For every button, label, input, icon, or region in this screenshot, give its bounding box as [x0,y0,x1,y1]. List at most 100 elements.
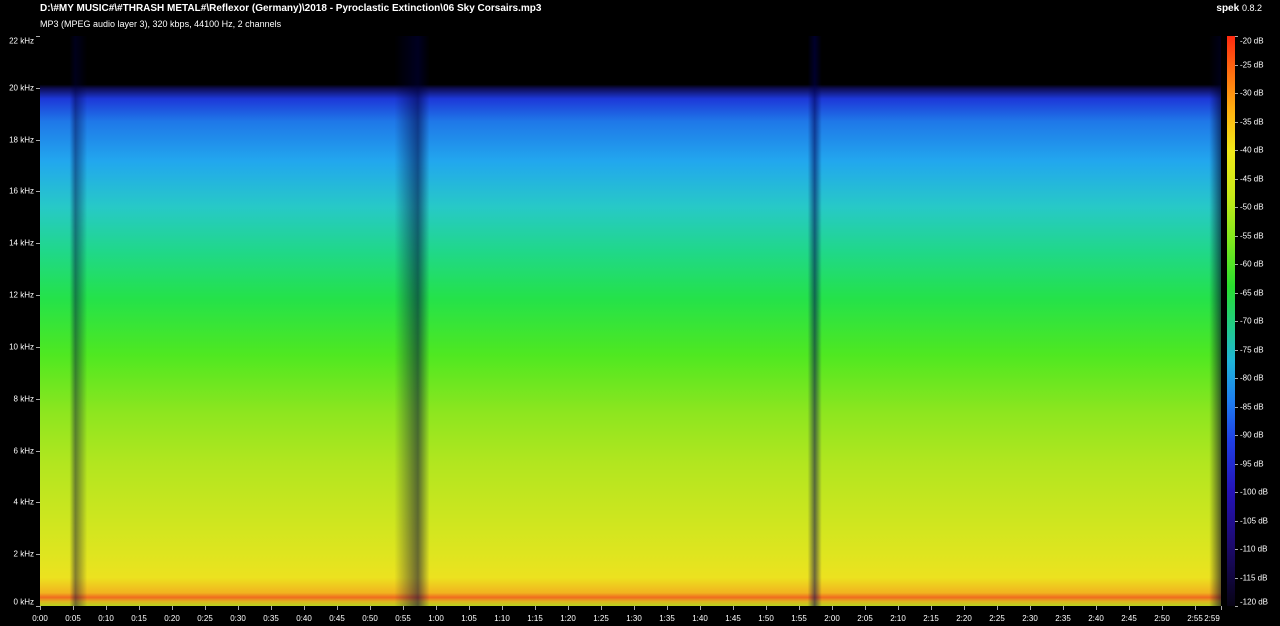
db-label: -35 dB [1240,117,1264,127]
time-tick [40,606,41,610]
time-tick [304,606,305,610]
frequency-label: 20 kHz [9,83,34,93]
time-tick [238,606,239,610]
db-tick [1235,464,1238,465]
app-version: 0.8.2 [1241,3,1262,13]
time-label: 2:30 [1022,614,1038,623]
db-tick [1235,179,1238,180]
time-label: 1:20 [560,614,576,623]
time-tick [1221,606,1222,610]
time-label: 1:30 [626,614,642,623]
time-tick [1096,606,1097,610]
frequency-label: 12 kHz [9,290,34,300]
frequency-label: 14 kHz [9,238,34,248]
time-tick [271,606,272,610]
time-tick [205,606,206,610]
time-label: 1:10 [494,614,510,623]
time-tick [865,606,866,610]
time-tick [1030,606,1031,610]
time-label: 1:05 [461,614,477,623]
time-tick [403,606,404,610]
time-tick [535,606,536,610]
db-tick [1235,407,1238,408]
time-axis: 0:00 0:05 0:10 0:15 0:20 0:25 0:30 0:35 0:40 0:45… [32,606,1222,626]
time-tick [997,606,998,610]
db-label: -55 dB [1240,231,1264,241]
time-label: 0:45 [329,614,345,623]
frequency-label: 8 kHz [13,394,34,404]
db-tick [1235,150,1238,151]
time-label: 1:45 [725,614,741,623]
time-tick [370,606,371,610]
time-label: 1:55 [791,614,807,623]
db-tick [1235,378,1238,379]
time-tick [139,606,140,610]
time-tick [898,606,899,610]
db-label: -40 dB [1240,145,1264,155]
db-label: -50 dB [1240,202,1264,212]
time-label: 0:10 [98,614,114,623]
frequency-label: 4 kHz [13,497,34,507]
db-tick [1235,435,1238,436]
time-label: 1:40 [692,614,708,623]
db-label: -65 dB [1240,288,1264,298]
time-label: 0:35 [263,614,279,623]
db-tick [1235,549,1238,550]
frequency-label: 16 kHz [9,186,34,196]
db-tick [1235,207,1238,208]
time-tick [733,606,734,610]
time-tick [337,606,338,610]
time-tick [568,606,569,610]
time-label: 0:15 [131,614,147,623]
time-tick [964,606,965,610]
time-label: 1:00 [428,614,444,623]
time-label: 0:00 [32,614,48,623]
frequency-label: 6 kHz [13,446,34,456]
time-tick [73,606,74,610]
db-label: -80 dB [1240,373,1264,383]
db-label: -115 dB [1240,573,1268,583]
time-tick [502,606,503,610]
time-label: 2:25 [989,614,1005,623]
db-tick [1235,93,1238,94]
db-colorbar [1227,36,1235,606]
app-name: spek [1216,3,1240,14]
time-label: 1:15 [527,614,543,623]
db-label: -100 dB [1240,487,1269,497]
time-tick [799,606,800,610]
time-label: 2:50 [1154,614,1170,623]
time-label: 2:35 [1055,614,1071,623]
db-label: -20 dB [1240,36,1264,46]
time-label: 1:25 [593,614,609,623]
db-label: -105 dB [1240,516,1269,526]
frequency-axis: 22 kHz 20 kHz 18 kHz 16 kHz 14 kHz 12 kHz 10 k… [0,36,40,607]
time-label: 2:40 [1088,614,1104,623]
time-tick [172,606,173,610]
db-tick [1235,492,1238,493]
frequency-label: 18 kHz [9,135,34,145]
time-label: 1:35 [659,614,675,623]
db-label: -90 dB [1240,430,1264,440]
time-label: 2:59 [1204,614,1220,623]
time-tick [1063,606,1064,610]
db-tick [1235,236,1238,237]
time-label: 0:25 [197,614,213,623]
time-tick [106,606,107,610]
file-path-title: D:\#MY MUSIC#\#THRASH METAL#\Reflexor (G… [40,3,542,14]
time-tick [436,606,437,610]
time-tick [700,606,701,610]
time-label: 2:10 [890,614,906,623]
time-tick [1162,606,1163,610]
frequency-label: 2 kHz [13,549,34,559]
db-tick [1235,293,1238,294]
time-label: 2:15 [923,614,939,623]
spectrogram [40,36,1221,606]
time-label: 0:30 [230,614,246,623]
db-label: -75 dB [1240,345,1264,355]
time-label: 2:20 [956,614,972,623]
db-tick [1235,606,1238,607]
time-label: 2:45 [1121,614,1137,623]
time-tick [667,606,668,610]
frequency-label: 10 kHz [9,342,34,352]
frequency-label: 22 kHz [9,36,34,46]
